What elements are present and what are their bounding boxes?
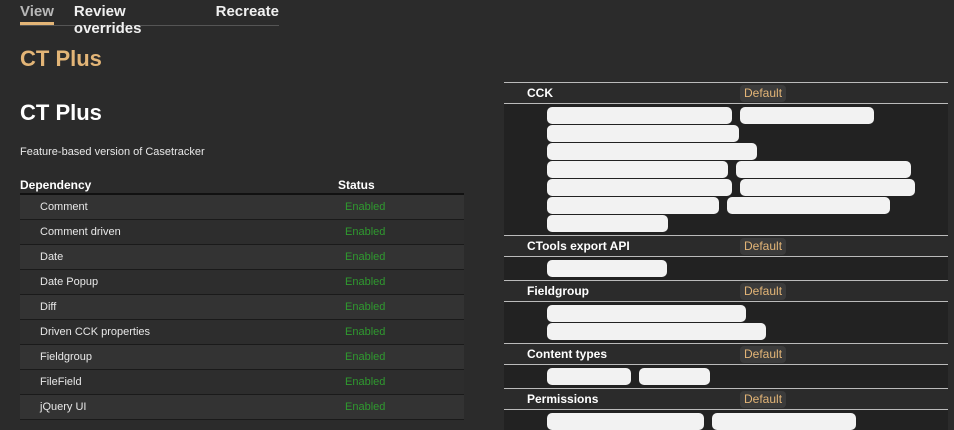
dependency-status: Enabled — [345, 251, 386, 263]
component-name: CCK — [527, 86, 553, 100]
component-item[interactable] — [547, 413, 704, 430]
component-item[interactable] — [547, 125, 739, 142]
dependency-name: Comment driven — [40, 226, 121, 238]
dependency-rows: Comment Enabled Comment driven Enabled D… — [20, 195, 464, 420]
component-state-badge: Default — [740, 84, 787, 102]
dependency-name: Comment — [40, 201, 88, 213]
table-row: Diff Enabled — [20, 295, 464, 320]
table-row: Driven CCK properties Enabled — [20, 320, 464, 345]
component-item[interactable] — [547, 161, 728, 178]
table-row: Date Popup Enabled — [20, 270, 464, 295]
component-name: Fieldgroup — [527, 284, 589, 298]
table-row: Date Enabled — [20, 245, 464, 270]
dependency-status: Enabled — [345, 226, 386, 238]
component-item[interactable] — [547, 179, 732, 196]
table-row: FileField Enabled — [20, 370, 464, 395]
dependency-status: Enabled — [345, 301, 386, 313]
component-item[interactable] — [547, 143, 757, 160]
component-item[interactable] — [547, 305, 746, 322]
dependency-status: Enabled — [345, 401, 386, 413]
component-header-permissions: Permissions Default — [504, 388, 948, 410]
table-row: Comment Enabled — [20, 195, 464, 220]
dependency-status: Enabled — [345, 376, 386, 388]
tab-recreate[interactable]: Recreate — [216, 0, 279, 25]
dependency-name: jQuery UI — [40, 401, 87, 413]
component-items-permissions — [504, 410, 948, 430]
component-items-cck — [504, 104, 948, 235]
dependency-table: Dependency Status Comment Enabled Commen… — [20, 178, 464, 420]
component-name: Content types — [527, 347, 608, 361]
component-header-cck: CCK Default — [504, 82, 948, 104]
feature-description: Feature-based version of Casetracker — [20, 146, 205, 158]
component-item[interactable] — [727, 197, 890, 214]
column-header-status: Status — [338, 178, 375, 192]
component-item[interactable] — [740, 179, 915, 196]
dependency-status: Enabled — [345, 326, 386, 338]
table-row: Comment driven Enabled — [20, 220, 464, 245]
dependency-name: Date Popup — [40, 276, 99, 288]
component-item[interactable] — [712, 413, 856, 430]
component-items-ctools — [504, 257, 948, 280]
component-name: CTools export API — [527, 239, 630, 253]
tab-review-overrides[interactable]: Review overrides — [74, 0, 196, 37]
component-item[interactable] — [547, 215, 668, 232]
tab-bar: View Review overrides Recreate — [20, 0, 279, 37]
component-item[interactable] — [639, 368, 710, 385]
component-item[interactable] — [547, 323, 766, 340]
dependency-table-header: Dependency Status — [20, 178, 464, 195]
dependency-status: Enabled — [345, 351, 386, 363]
page-title: CT Plus — [20, 46, 102, 71]
dependency-status: Enabled — [345, 276, 386, 288]
dependency-name: Fieldgroup — [40, 351, 92, 363]
component-item[interactable] — [736, 161, 911, 178]
dependency-name: FileField — [40, 376, 82, 388]
component-state-badge: Default — [740, 345, 787, 363]
component-name: Permissions — [527, 392, 599, 406]
column-header-dependency: Dependency — [20, 178, 92, 192]
component-item[interactable] — [740, 107, 874, 124]
component-item[interactable] — [547, 368, 631, 385]
component-state-badge: Default — [740, 237, 787, 255]
component-items-fieldgroup — [504, 302, 948, 343]
table-row: jQuery UI Enabled — [20, 395, 464, 420]
feature-title: CT Plus — [20, 100, 102, 125]
component-header-ctools-export-api: CTools export API Default — [504, 235, 948, 257]
components-panel: CCK Default CTools export API Default Fi… — [504, 82, 948, 430]
component-header-content-types: Content types Default — [504, 343, 948, 365]
component-item[interactable] — [547, 107, 732, 124]
component-header-fieldgroup: Fieldgroup Default — [504, 280, 948, 302]
component-state-badge: Default — [740, 390, 787, 408]
dependency-name: Diff — [40, 301, 57, 313]
component-item[interactable] — [547, 197, 719, 214]
tab-view[interactable]: View — [20, 0, 54, 25]
dependency-name: Driven CCK properties — [40, 326, 151, 338]
component-state-badge: Default — [740, 282, 787, 300]
table-row: Fieldgroup Enabled — [20, 345, 464, 370]
component-item[interactable] — [547, 260, 667, 277]
dependency-name: Date — [40, 251, 64, 263]
component-items-content-types — [504, 365, 948, 388]
dependency-status: Enabled — [345, 201, 386, 213]
